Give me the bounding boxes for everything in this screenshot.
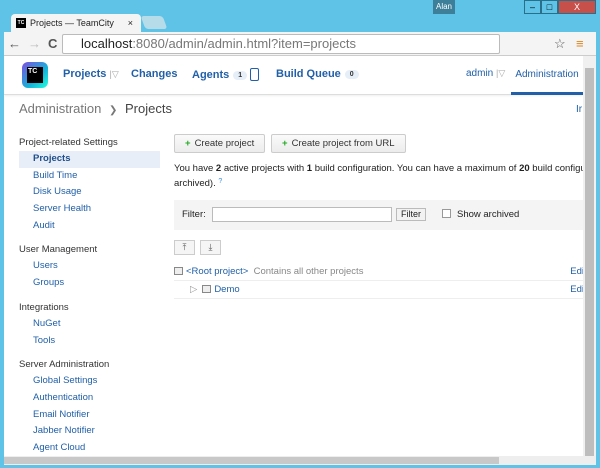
sidebar-item-groups[interactable]: Groups — [19, 275, 160, 292]
teamcity-favicon: TC — [16, 18, 26, 28]
project-link[interactable]: <Root project> — [186, 266, 248, 277]
close-tab-icon[interactable]: × — [128, 18, 133, 28]
sidebar-item-audit[interactable]: Audit — [19, 218, 160, 235]
vertical-scrollbar[interactable] — [583, 56, 596, 456]
create-project-from-url-button[interactable]: + Create project from URL — [271, 134, 406, 153]
create-project-button[interactable]: + Create project — [174, 134, 266, 153]
expand-all-button[interactable]: ⤓ — [200, 240, 221, 255]
horizontal-scrollbar[interactable] — [4, 456, 596, 465]
nav-administration[interactable]: Administration — [511, 56, 583, 95]
user-menu[interactable]: admin |▽ — [466, 68, 505, 79]
forward-icon[interactable]: → — [28, 36, 41, 51]
sidebar-item-nuget[interactable]: NuGet — [19, 316, 160, 333]
sidebar-item-agent-cloud[interactable]: Agent Cloud — [19, 440, 160, 456]
sidebar-item-authentication[interactable]: Authentication — [19, 390, 160, 407]
page: TC Projects |▽ Changes Agents 1 Build Que… — [4, 56, 596, 456]
close-window-button[interactable]: X — [558, 0, 596, 14]
project-link[interactable]: Demo — [214, 284, 239, 295]
nav-projects[interactable]: Projects |▽ — [63, 68, 119, 80]
filter-label: Filter: — [182, 209, 206, 220]
sidebar-heading: Server Administration — [19, 359, 110, 371]
url-path: :8080/admin/admin.html?item=projects — [132, 36, 356, 51]
filter-button[interactable]: Filter — [396, 208, 426, 221]
filter-bar: Filter: Filter Show archived — [174, 200, 594, 230]
teamcity-logo[interactable]: TC — [22, 62, 48, 88]
breadcrumb-separator-icon: ❯ — [109, 105, 118, 116]
projects-dropdown-icon[interactable]: |▽ — [109, 69, 118, 79]
sidebar-item-disk-usage[interactable]: Disk Usage — [19, 184, 160, 201]
user-dropdown-icon[interactable]: |▽ — [496, 68, 505, 78]
show-archived-checkbox[interactable] — [442, 209, 451, 218]
project-row: <Root project> Contains all other projec… — [174, 263, 584, 281]
sidebar-heading: Integrations — [19, 301, 69, 313]
user-profile-label[interactable]: Alan — [433, 0, 455, 14]
plus-icon: + — [282, 138, 288, 149]
sidebar-item-tools[interactable]: Tools — [19, 333, 160, 350]
sidebar-item-server-health[interactable]: Server Health — [19, 201, 160, 218]
nav-agents[interactable]: Agents 1 — [192, 68, 260, 81]
main-content: + Create project + Create project from URL… — [174, 134, 594, 299]
breadcrumb-administration[interactable]: Administration — [19, 101, 101, 116]
edit-link[interactable]: Edi — [570, 281, 584, 299]
nav-changes[interactable]: Changes — [131, 68, 177, 80]
username: admin — [466, 68, 494, 79]
project-description: Contains all other projects — [253, 266, 364, 277]
scrollbar-thumb[interactable] — [585, 68, 594, 456]
breadcrumb-current: Projects — [125, 101, 172, 116]
agents-count-badge: 1 — [233, 71, 248, 80]
logo-text: TC — [27, 67, 43, 83]
breadcrumb: Administration ❯ Projects — [19, 101, 172, 116]
maximize-button[interactable]: □ — [541, 0, 558, 14]
expand-toggle-icon[interactable]: ▷ — [190, 284, 197, 295]
top-nav: TC Projects |▽ Changes Agents 1 Build Que… — [4, 56, 583, 95]
filter-input[interactable] — [212, 207, 392, 222]
sidebar-item-users[interactable]: Users — [19, 258, 160, 275]
sidebar-heading: User Management — [19, 244, 98, 256]
horizontal-scrollbar-thumb[interactable] — [4, 457, 499, 464]
edit-link[interactable]: Edi — [570, 263, 584, 281]
nav-build-queue-label: Build Queue — [276, 68, 341, 80]
sidebar-item-global-settings[interactable]: Global Settings — [19, 373, 160, 390]
url-host: localhost — [81, 36, 133, 51]
right-link[interactable]: Ir — [576, 104, 582, 115]
browser-menu-icon[interactable]: ≡ — [576, 36, 584, 51]
bookmark-star-icon[interactable]: ☆ — [554, 36, 566, 52]
sidebar-heading: Project-related Settings — [19, 137, 118, 148]
sidebar-item-build-time[interactable]: Build Time — [19, 168, 160, 185]
browser-toolbar: ← → C localhost:8080/admin/admin.html?it… — [4, 32, 596, 56]
create-project-label: Create project — [194, 138, 255, 149]
sidebar-item-jabber-notifier[interactable]: Jabber Notifier — [19, 423, 160, 440]
window-controls: – □ X — [524, 0, 596, 14]
sidebar-item-projects[interactable]: Projects — [19, 151, 160, 168]
project-icon — [202, 285, 212, 293]
new-tab-button[interactable] — [140, 16, 168, 29]
create-from-url-label: Create project from URL — [291, 138, 395, 149]
help-icon[interactable]: ? — [218, 178, 222, 185]
project-icon — [174, 267, 183, 275]
agent-icon — [250, 68, 260, 81]
tab-title: Projects — TeamCity — [30, 18, 114, 28]
reload-icon[interactable]: C — [48, 36, 57, 51]
nav-projects-label: Projects — [63, 68, 107, 80]
show-archived-label[interactable]: Show archived — [457, 209, 519, 220]
admin-sidebar: Project-related Settings Projects Build … — [19, 134, 160, 456]
address-bar[interactable]: localhost:8080/admin/admin.html?item=pro… — [62, 34, 500, 54]
queue-count-badge: 0 — [344, 70, 359, 79]
projects-info-text: You have 2 active projects with 1 build … — [174, 163, 594, 188]
project-row: ▷ Demo Edi — [174, 281, 584, 299]
browser-tab[interactable]: TC Projects — TeamCity × — [11, 14, 141, 32]
back-icon[interactable]: ← — [8, 36, 21, 51]
nav-build-queue[interactable]: Build Queue 0 — [276, 68, 359, 80]
minimize-button[interactable]: – — [524, 0, 541, 14]
sidebar-item-email-notifier[interactable]: Email Notifier — [19, 407, 160, 424]
plus-icon: + — [185, 138, 191, 149]
nav-agents-label: Agents — [192, 69, 230, 81]
collapse-all-button[interactable]: ⤒ — [174, 240, 195, 255]
